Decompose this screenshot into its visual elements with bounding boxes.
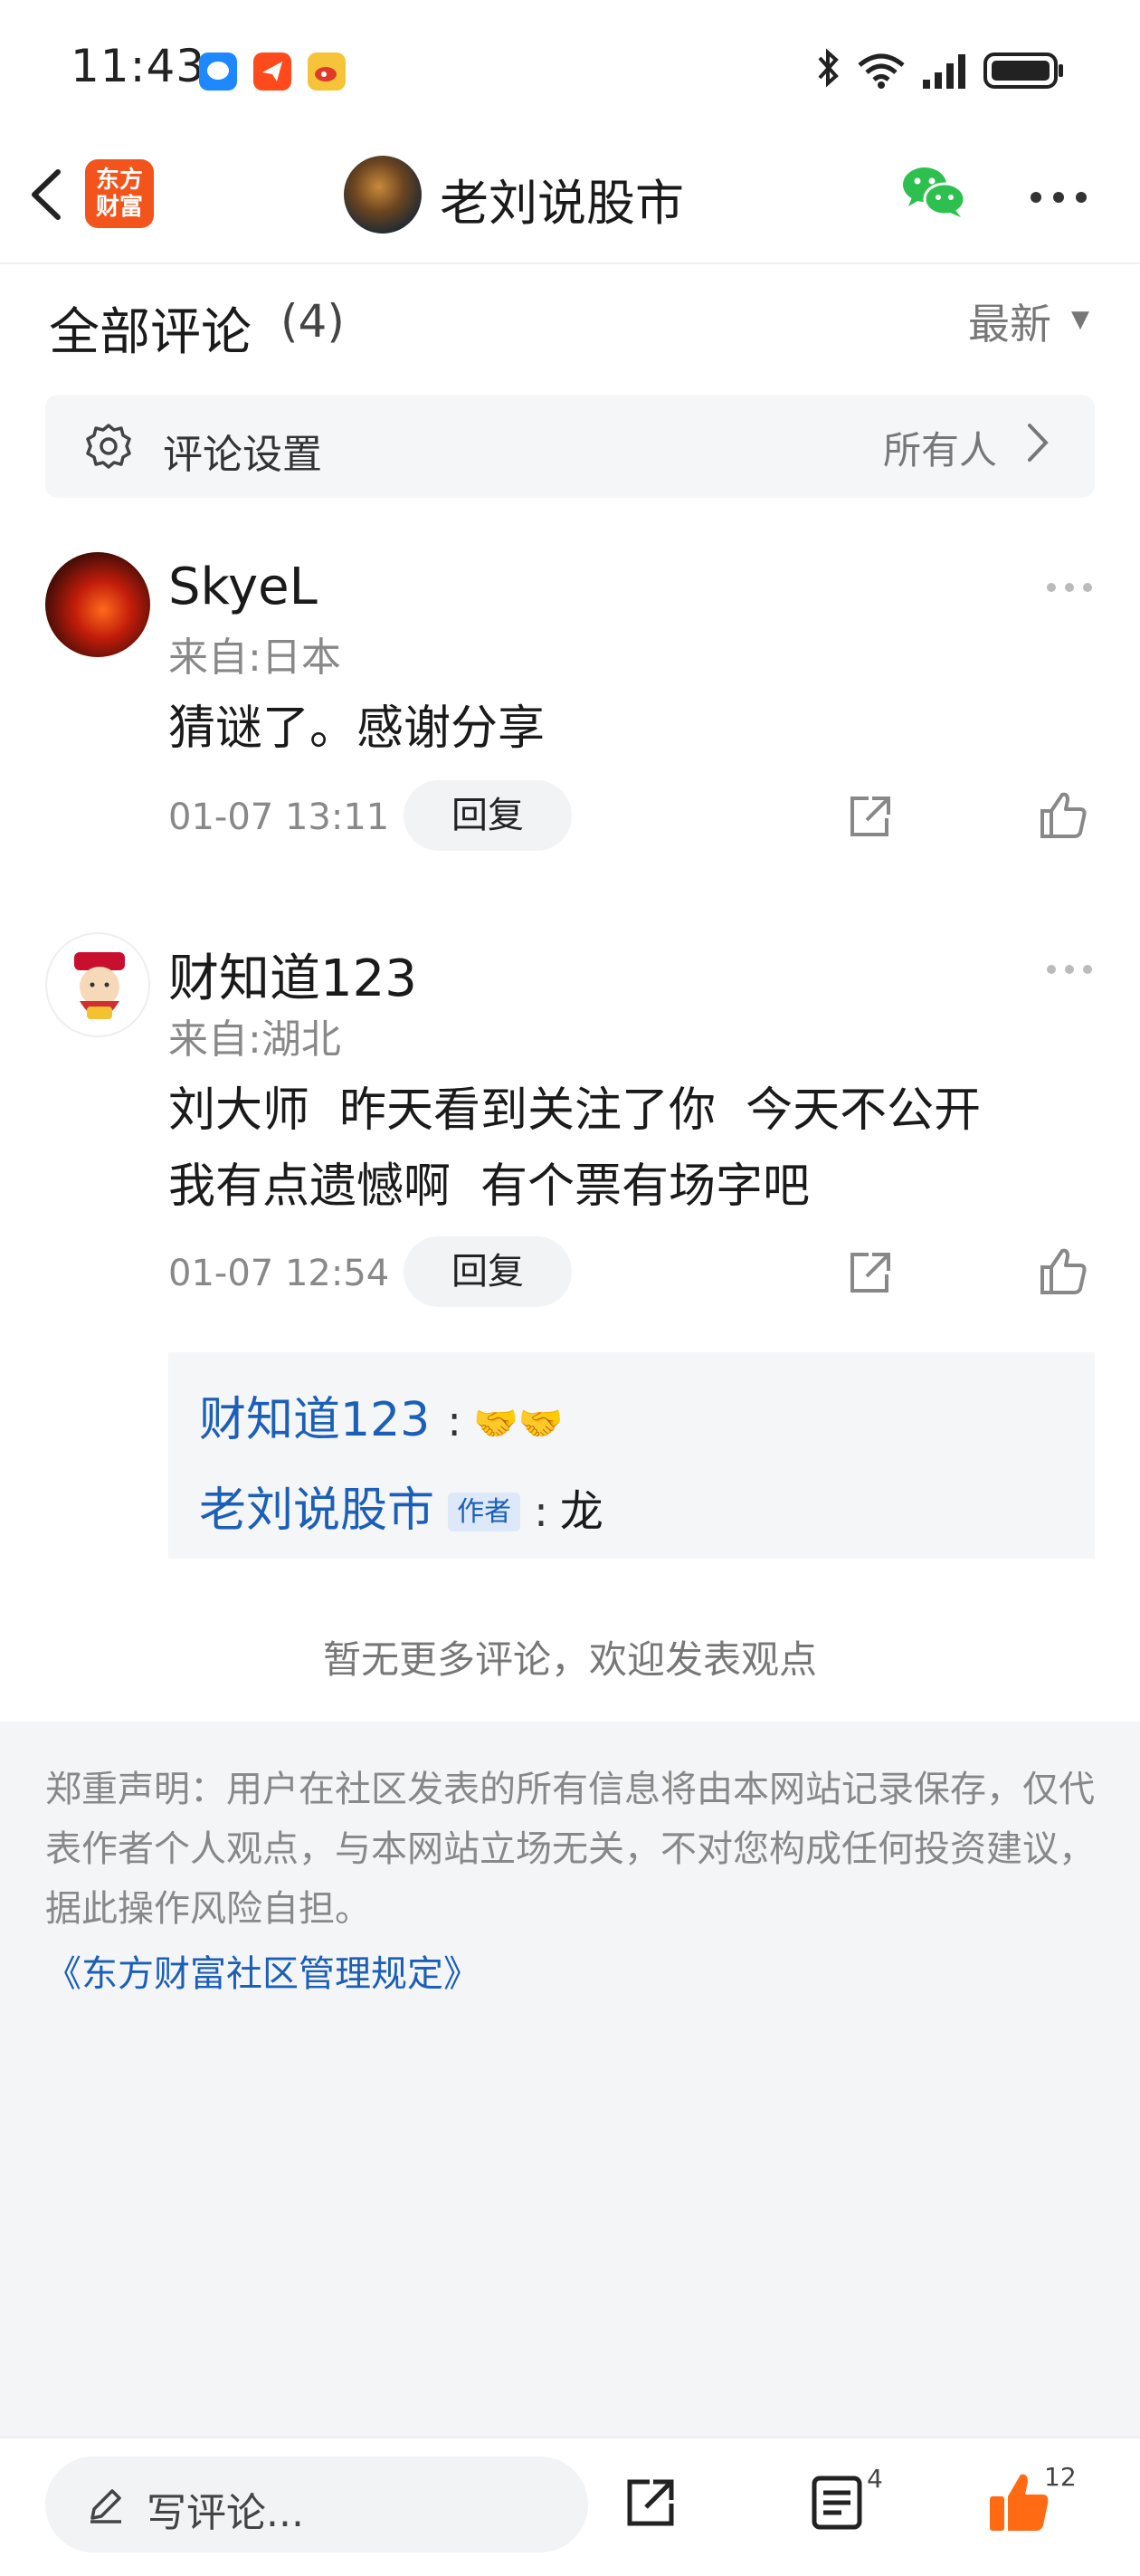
- like-icon[interactable]: [1039, 1245, 1088, 1300]
- gear-icon: [83, 422, 134, 476]
- thread-reply-colon: :: [534, 1487, 548, 1536]
- comment-location: 来自:日本: [168, 634, 341, 681]
- more-options-icon[interactable]: [1046, 961, 1093, 978]
- weibo-icon: [308, 52, 346, 91]
- comment-location: 来自:湖北: [168, 1016, 341, 1063]
- battery-icon: [983, 51, 1066, 94]
- wifi-icon: [854, 45, 908, 94]
- signal-icon: [921, 51, 972, 94]
- likes-count-badge: 12: [1044, 2462, 1077, 2492]
- comments-count: (4): [280, 295, 345, 348]
- comment-username[interactable]: SkyeL: [168, 558, 318, 616]
- settings-value: 所有人: [883, 428, 998, 472]
- back-button[interactable]: [22, 163, 76, 226]
- send-app-icon: [253, 52, 291, 91]
- thread-reply-username[interactable]: 财知道123: [199, 1393, 430, 1447]
- reply-button[interactable]: 回复: [404, 1236, 572, 1307]
- more-options-icon[interactable]: [1046, 579, 1093, 596]
- disclaimer-text: 郑重声明：用户在社区发表的所有信息将由本网站记录保存，仅代表作者个人观点，与本网…: [45, 1769, 1095, 1930]
- nav-divider: [0, 262, 1140, 264]
- share-icon[interactable]: [845, 1249, 894, 1302]
- comments-title: 全部评论: [49, 303, 252, 362]
- thread-reply-colon: :: [447, 1397, 461, 1445]
- comments-count-badge: 4: [867, 2464, 883, 2494]
- author-badge: 作者: [448, 1493, 521, 1531]
- no-more-comments: 暂无更多评论，欢迎发表观点: [322, 1637, 817, 1682]
- app-logo[interactable]: 东方 财富: [85, 159, 154, 228]
- write-comment-input[interactable]: [45, 2457, 588, 2552]
- comment-time: 01-07 13:11: [168, 797, 390, 838]
- thread-reply[interactable]: 财知道123 : 🤝🤝: [199, 1381, 564, 1449]
- comment-time: 01-07 12:54: [168, 1253, 390, 1294]
- handshake-emoji: 🤝🤝: [472, 1403, 564, 1445]
- chevron-right-icon: [1024, 418, 1051, 471]
- caret-down-icon[interactable]: ▼: [1071, 306, 1089, 333]
- avatar[interactable]: [45, 552, 150, 657]
- community-rules-link[interactable]: 《东方财富社区管理规定》: [45, 1944, 480, 1997]
- wechat-share-icon[interactable]: [899, 163, 968, 224]
- sort-dropdown[interactable]: 最新: [968, 291, 1051, 351]
- comments-icon[interactable]: [811, 2475, 865, 2534]
- reply-button[interactable]: 回复: [404, 780, 572, 851]
- comment-text-line-2: 我有点遗憾啊 有个票有场字吧: [168, 1159, 811, 1214]
- avatar[interactable]: [45, 932, 150, 1037]
- page-title[interactable]: 老刘说股市: [440, 163, 684, 234]
- comment-username[interactable]: 财知道123: [168, 938, 417, 1011]
- thread-reply[interactable]: 老刘说股市 作者 : 龙: [199, 1472, 603, 1540]
- thread-reply-text: 龙: [559, 1486, 603, 1537]
- thread-reply-username[interactable]: 老刘说股市: [199, 1484, 434, 1538]
- write-comment-placeholder[interactable]: 写评论...: [147, 2480, 304, 2538]
- status-time: 11:43: [71, 40, 206, 92]
- like-icon[interactable]: [1039, 789, 1088, 844]
- pencil-icon: [85, 2484, 127, 2529]
- settings-label: 评论设置: [163, 432, 322, 478]
- share-icon[interactable]: [845, 793, 894, 845]
- comment-text: 猜谜了。感谢分享: [168, 701, 546, 756]
- bluetooth-icon: [814, 45, 841, 94]
- thumbs-up-icon[interactable]: [986, 2469, 1051, 2538]
- share-icon[interactable]: [622, 2475, 679, 2534]
- message-app-icon: [199, 52, 237, 91]
- author-avatar[interactable]: [344, 156, 422, 234]
- more-options-icon[interactable]: [1030, 190, 1088, 207]
